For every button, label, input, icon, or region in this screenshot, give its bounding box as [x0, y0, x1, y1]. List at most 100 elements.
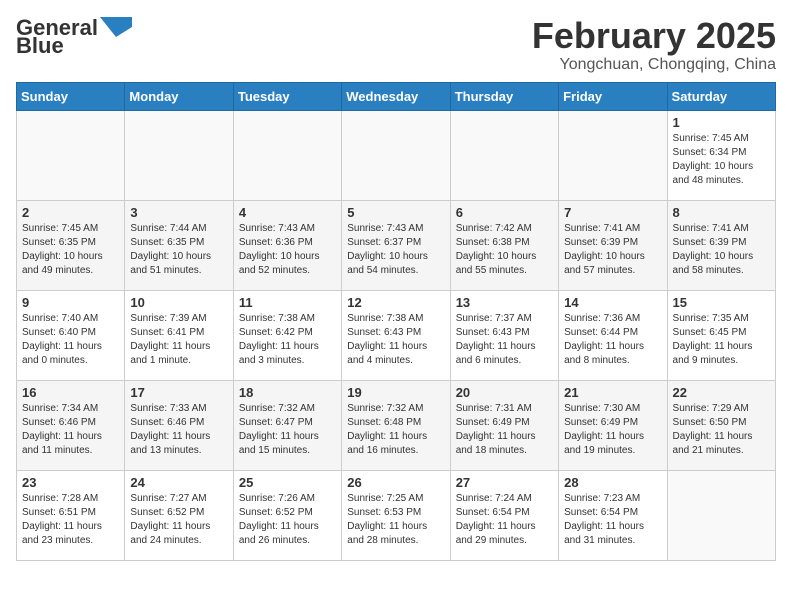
day-number: 4: [239, 205, 336, 220]
day-number: 16: [22, 385, 119, 400]
day-info: Sunrise: 7:35 AM Sunset: 6:45 PM Dayligh…: [673, 312, 770, 368]
weekday-thursday: Thursday: [450, 82, 558, 110]
week-row-1: 1 Sunrise: 7:45 AM Sunset: 6:34 PM Daylig…: [17, 110, 776, 200]
day-cell-9: 9 Sunrise: 7:40 AM Sunset: 6:40 PM Daylig…: [17, 290, 125, 380]
day-cell-22: 22Sunrise: 7:29 AM Sunset: 6:50 PM Dayli…: [667, 380, 775, 470]
day-info: Sunrise: 7:45 AM Sunset: 6:35 PM Dayligh…: [22, 222, 119, 278]
day-cell-23: 23Sunrise: 7:28 AM Sunset: 6:51 PM Dayli…: [17, 470, 125, 560]
logo-blue: Blue: [16, 33, 64, 58]
day-info: Sunrise: 7:26 AM Sunset: 6:52 PM Dayligh…: [239, 492, 336, 548]
day-cell-28: 28Sunrise: 7:23 AM Sunset: 6:54 PM Dayli…: [559, 470, 667, 560]
day-cell-13: 13 Sunrise: 7:37 AM Sunset: 6:43 PM Dayli…: [450, 290, 558, 380]
title-section: February 2025 Yongchuan, Chongqing, Chin…: [532, 16, 776, 74]
weekday-wednesday: Wednesday: [342, 82, 450, 110]
day-number: 26: [347, 475, 444, 490]
day-info: Sunrise: 7:30 AM Sunset: 6:49 PM Dayligh…: [564, 402, 661, 458]
day-info: Sunrise: 7:40 AM Sunset: 6:40 PM Dayligh…: [22, 312, 119, 368]
day-info: Sunrise: 7:44 AM Sunset: 6:35 PM Dayligh…: [130, 222, 227, 278]
week-row-3: 9 Sunrise: 7:40 AM Sunset: 6:40 PM Daylig…: [17, 290, 776, 380]
day-info: Sunrise: 7:41 AM Sunset: 6:39 PM Dayligh…: [564, 222, 661, 278]
week-row-5: 23Sunrise: 7:28 AM Sunset: 6:51 PM Dayli…: [17, 470, 776, 560]
day-cell-21: 21 Sunrise: 7:30 AM Sunset: 6:49 PM Dayli…: [559, 380, 667, 470]
day-cell-12: 12Sunrise: 7:38 AM Sunset: 6:43 PM Dayli…: [342, 290, 450, 380]
day-number: 21: [564, 385, 661, 400]
day-number: 3: [130, 205, 227, 220]
day-cell-27: 27 Sunrise: 7:24 AM Sunset: 6:54 PM Dayli…: [450, 470, 558, 560]
weekday-friday: Friday: [559, 82, 667, 110]
day-number: 23: [22, 475, 119, 490]
day-cell-15: 15 Sunrise: 7:35 AM Sunset: 6:45 PM Dayli…: [667, 290, 775, 380]
day-info: Sunrise: 7:33 AM Sunset: 6:46 PM Dayligh…: [130, 402, 227, 458]
weekday-sunday: Sunday: [17, 82, 125, 110]
day-cell-16: 16Sunrise: 7:34 AM Sunset: 6:46 PM Dayli…: [17, 380, 125, 470]
day-info: Sunrise: 7:32 AM Sunset: 6:47 PM Dayligh…: [239, 402, 336, 458]
day-info: Sunrise: 7:39 AM Sunset: 6:41 PM Dayligh…: [130, 312, 227, 368]
day-cell-26: 26 Sunrise: 7:25 AM Sunset: 6:53 PM Dayli…: [342, 470, 450, 560]
day-number: 10: [130, 295, 227, 310]
calendar-subtitle: Yongchuan, Chongqing, China: [532, 56, 776, 74]
day-cell-17: 17 Sunrise: 7:33 AM Sunset: 6:46 PM Dayli…: [125, 380, 233, 470]
day-number: 22: [673, 385, 770, 400]
calendar-table: SundayMondayTuesdayWednesdayThursdayFrid…: [16, 82, 776, 561]
empty-cell: [559, 110, 667, 200]
weekday-tuesday: Tuesday: [233, 82, 341, 110]
day-info: Sunrise: 7:32 AM Sunset: 6:48 PM Dayligh…: [347, 402, 444, 458]
logo: General Blue: [16, 16, 132, 58]
day-cell-18: 18 Sunrise: 7:32 AM Sunset: 6:47 PM Dayli…: [233, 380, 341, 470]
day-info: Sunrise: 7:31 AM Sunset: 6:49 PM Dayligh…: [456, 402, 553, 458]
day-info: Sunrise: 7:43 AM Sunset: 6:36 PM Dayligh…: [239, 222, 336, 278]
day-cell-7: 7 Sunrise: 7:41 AM Sunset: 6:39 PM Daylig…: [559, 200, 667, 290]
day-info: Sunrise: 7:38 AM Sunset: 6:42 PM Dayligh…: [239, 312, 336, 368]
day-cell-5: 5 Sunrise: 7:43 AM Sunset: 6:37 PM Daylig…: [342, 200, 450, 290]
day-number: 1: [673, 115, 770, 130]
empty-cell: [125, 110, 233, 200]
day-cell-4: 4 Sunrise: 7:43 AM Sunset: 6:36 PM Daylig…: [233, 200, 341, 290]
day-info: Sunrise: 7:41 AM Sunset: 6:39 PM Dayligh…: [673, 222, 770, 278]
day-number: 11: [239, 295, 336, 310]
day-cell-11: 11 Sunrise: 7:38 AM Sunset: 6:42 PM Dayli…: [233, 290, 341, 380]
day-number: 15: [673, 295, 770, 310]
day-cell-25: 25 Sunrise: 7:26 AM Sunset: 6:52 PM Dayli…: [233, 470, 341, 560]
empty-cell: [342, 110, 450, 200]
day-info: Sunrise: 7:27 AM Sunset: 6:52 PM Dayligh…: [130, 492, 227, 548]
day-number: 18: [239, 385, 336, 400]
empty-cell: [17, 110, 125, 200]
day-info: Sunrise: 7:24 AM Sunset: 6:54 PM Dayligh…: [456, 492, 553, 548]
weekday-header-row: SundayMondayTuesdayWednesdayThursdayFrid…: [17, 82, 776, 110]
day-info: Sunrise: 7:42 AM Sunset: 6:38 PM Dayligh…: [456, 222, 553, 278]
day-info: Sunrise: 7:36 AM Sunset: 6:44 PM Dayligh…: [564, 312, 661, 368]
day-number: 6: [456, 205, 553, 220]
day-number: 14: [564, 295, 661, 310]
day-cell-3: 3 Sunrise: 7:44 AM Sunset: 6:35 PM Daylig…: [125, 200, 233, 290]
day-number: 7: [564, 205, 661, 220]
day-number: 9: [22, 295, 119, 310]
day-cell-14: 14 Sunrise: 7:36 AM Sunset: 6:44 PM Dayli…: [559, 290, 667, 380]
day-cell-24: 24 Sunrise: 7:27 AM Sunset: 6:52 PM Dayli…: [125, 470, 233, 560]
empty-cell: [450, 110, 558, 200]
day-info: Sunrise: 7:43 AM Sunset: 6:37 PM Dayligh…: [347, 222, 444, 278]
logo-arrow-icon: [100, 17, 132, 37]
calendar-title: February 2025: [532, 16, 776, 56]
day-cell-1: 1 Sunrise: 7:45 AM Sunset: 6:34 PM Daylig…: [667, 110, 775, 200]
header: General Blue February 2025 Yongchuan, Ch…: [16, 16, 776, 74]
day-number: 17: [130, 385, 227, 400]
day-info: Sunrise: 7:45 AM Sunset: 6:34 PM Dayligh…: [673, 132, 770, 188]
day-cell-2: 2Sunrise: 7:45 AM Sunset: 6:35 PM Daylig…: [17, 200, 125, 290]
day-number: 24: [130, 475, 227, 490]
day-cell-20: 20 Sunrise: 7:31 AM Sunset: 6:49 PM Dayli…: [450, 380, 558, 470]
day-cell-10: 10 Sunrise: 7:39 AM Sunset: 6:41 PM Dayli…: [125, 290, 233, 380]
day-number: 28: [564, 475, 661, 490]
day-number: 27: [456, 475, 553, 490]
day-cell-6: 6 Sunrise: 7:42 AM Sunset: 6:38 PM Daylig…: [450, 200, 558, 290]
day-number: 8: [673, 205, 770, 220]
day-number: 19: [347, 385, 444, 400]
day-number: 5: [347, 205, 444, 220]
empty-cell: [233, 110, 341, 200]
day-info: Sunrise: 7:25 AM Sunset: 6:53 PM Dayligh…: [347, 492, 444, 548]
weekday-monday: Monday: [125, 82, 233, 110]
day-number: 25: [239, 475, 336, 490]
day-info: Sunrise: 7:37 AM Sunset: 6:43 PM Dayligh…: [456, 312, 553, 368]
weekday-saturday: Saturday: [667, 82, 775, 110]
day-number: 13: [456, 295, 553, 310]
day-number: 20: [456, 385, 553, 400]
